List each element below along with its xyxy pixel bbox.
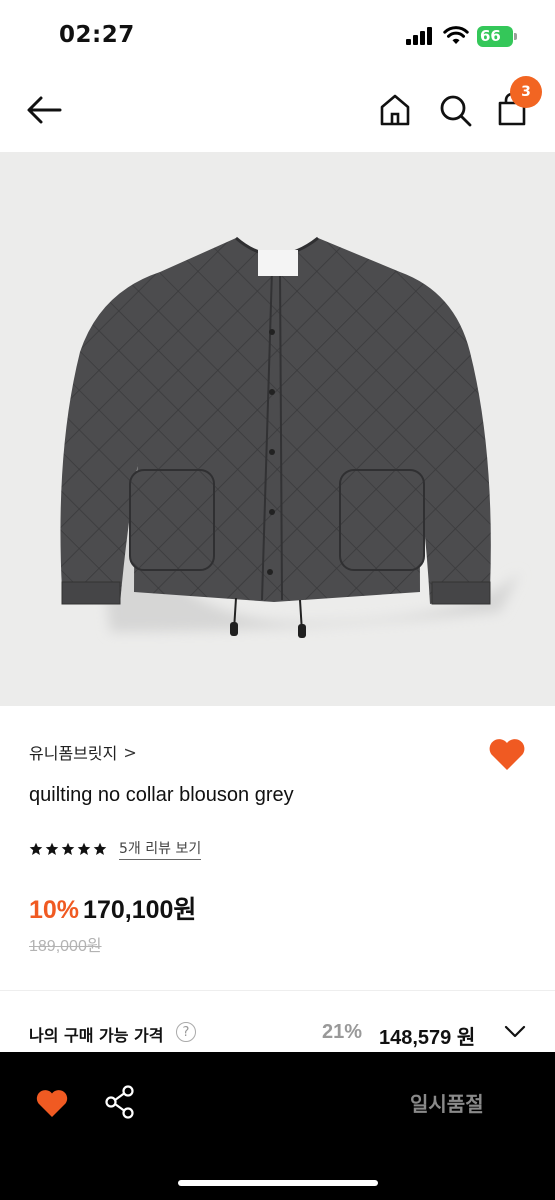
review-link[interactable]: 5개 리뷰 보기 [119, 838, 202, 860]
bottom-action-bar: 일시품절 [0, 1052, 555, 1200]
star-icon [77, 842, 91, 855]
nav-bar [0, 68, 555, 152]
star-icon [45, 842, 59, 855]
status-time: 02:27 [59, 22, 135, 48]
star-icon [61, 842, 75, 855]
my-purchase-price-row[interactable]: 나의 구매 가능 가격 ? 21% 148,579 원 [0, 1010, 555, 1054]
jacket-illustration [60, 236, 520, 638]
heart-icon[interactable] [487, 736, 527, 772]
home-indicator [178, 1180, 378, 1186]
rating-row: 5개 리뷰 보기 [29, 838, 202, 860]
discount-rate: 10% [29, 896, 80, 924]
signal-icon [406, 27, 436, 45]
cart-count-badge: 3 [510, 76, 542, 108]
product-name: quilting no collar blouson grey [29, 784, 294, 806]
my-discount-rate: 21% [322, 1021, 363, 1043]
original-price: 189,000원 [29, 938, 102, 955]
star-icon [93, 842, 107, 855]
sale-price: 170,100원 [83, 896, 197, 924]
sold-out-button[interactable]: 일시품절 [410, 1088, 484, 1117]
search-icon[interactable] [437, 92, 473, 128]
product-image[interactable] [0, 152, 555, 706]
brand-name: 유니폼브릿지 [29, 744, 118, 763]
wifi-icon [443, 26, 469, 44]
heart-icon[interactable] [35, 1088, 69, 1118]
purchase-label: 나의 구매 가능 가격 [29, 1026, 164, 1045]
brand-link[interactable]: 유니폼브릿지 > [29, 740, 137, 764]
back-arrow-icon[interactable] [24, 92, 64, 128]
chevron-down-icon[interactable] [503, 1022, 527, 1042]
help-icon[interactable]: ? [176, 1022, 196, 1042]
my-price: 148,579 원 [379, 1027, 476, 1049]
chevron-right-icon: > [123, 742, 137, 762]
price-row: 10% 170,100원 [29, 890, 196, 926]
star-icon [29, 842, 43, 855]
rating-stars [29, 842, 107, 856]
divider [0, 990, 555, 991]
battery-level: 66 [480, 27, 501, 45]
battery-icon: 66 [477, 26, 517, 47]
home-icon[interactable] [377, 92, 413, 128]
share-icon[interactable] [104, 1084, 136, 1120]
status-bar: 02:27 66 [0, 0, 555, 68]
